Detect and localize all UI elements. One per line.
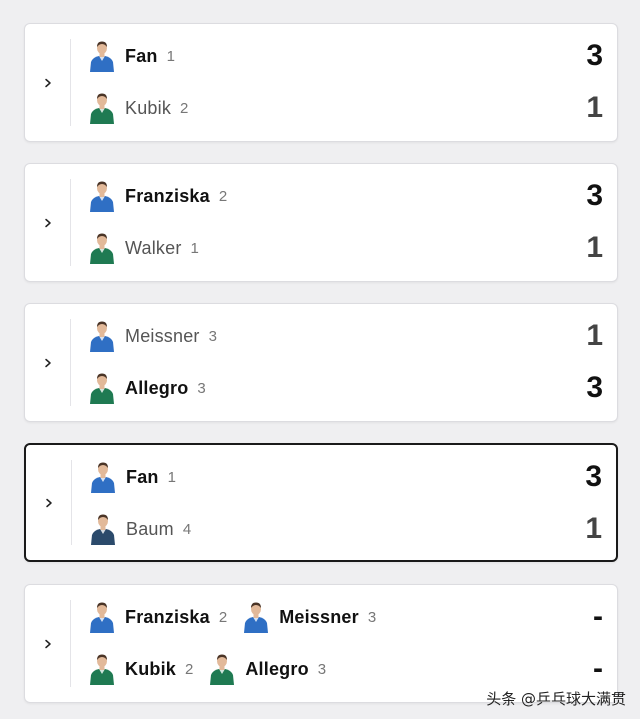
team-score: 3 bbox=[586, 39, 603, 72]
team-row: Allegro 3 3 bbox=[87, 371, 603, 404]
chevron-right-icon[interactable] bbox=[41, 216, 55, 230]
player: Kubik 2 bbox=[87, 92, 188, 124]
player: Fan 1 bbox=[88, 461, 176, 493]
chevron-right-icon[interactable] bbox=[42, 496, 56, 510]
team-row: Kubik 2 Allegro 3 - bbox=[87, 652, 603, 685]
team-row: Baum 4 1 bbox=[88, 512, 602, 545]
player: Allegro 3 bbox=[87, 372, 206, 404]
divider bbox=[70, 39, 71, 126]
player-seed: 2 bbox=[218, 608, 228, 626]
team-score: 1 bbox=[586, 91, 603, 124]
match-card[interactable]: Meissner 3 1 Allegro 3 3 bbox=[24, 303, 618, 422]
match-card[interactable]: Fan 1 3 Baum 4 1 bbox=[24, 443, 618, 562]
player-avatar bbox=[90, 181, 114, 212]
player-avatar bbox=[90, 41, 114, 72]
player-seed: 3 bbox=[367, 608, 377, 626]
player-seed: 2 bbox=[180, 99, 189, 117]
player-avatar bbox=[90, 602, 114, 633]
team-score: - bbox=[593, 652, 603, 685]
player: Meissner 3 bbox=[241, 601, 376, 633]
team-row: Kubik 2 1 bbox=[87, 91, 603, 124]
team-score: 3 bbox=[586, 371, 603, 404]
player-name: Kubik bbox=[125, 97, 172, 118]
player-avatar bbox=[244, 602, 269, 633]
team-row: Fan 1 3 bbox=[88, 460, 602, 493]
player-avatar bbox=[210, 654, 235, 685]
player-seed: 1 bbox=[166, 47, 175, 65]
team-row: Franziska 2 3 bbox=[87, 179, 603, 212]
player-avatar bbox=[90, 321, 114, 352]
divider bbox=[70, 600, 71, 687]
player-seed: 1 bbox=[190, 239, 199, 257]
player-avatar bbox=[91, 514, 115, 545]
chevron-right-icon[interactable] bbox=[41, 356, 55, 370]
player-name: Allegro bbox=[245, 658, 309, 679]
player: Walker 1 bbox=[87, 232, 199, 264]
team-score: 1 bbox=[586, 319, 603, 352]
player-name: Kubik bbox=[125, 658, 177, 679]
player-seed: 3 bbox=[317, 660, 327, 678]
player-seed: 3 bbox=[208, 327, 217, 345]
chevron-right-icon[interactable] bbox=[41, 76, 55, 90]
watermark: 头条 @乒乓球大满贯 bbox=[486, 690, 626, 708]
match-card[interactable]: Franziska 2 Meissner 3 - Kubik 2 Allegro 3 - bbox=[24, 584, 618, 703]
player-name: Fan bbox=[126, 466, 159, 487]
team-row: Franziska 2 Meissner 3 - bbox=[87, 600, 603, 633]
chevron-right-icon[interactable] bbox=[41, 637, 55, 651]
player-name: Allegro bbox=[125, 377, 189, 398]
player: Allegro 3 bbox=[207, 653, 326, 685]
player-name: Meissner bbox=[125, 325, 200, 346]
player-avatar bbox=[90, 93, 114, 124]
divider bbox=[70, 179, 71, 266]
player-name: Meissner bbox=[279, 606, 359, 627]
team-score: - bbox=[593, 600, 603, 633]
team-score: 3 bbox=[585, 460, 602, 493]
divider bbox=[70, 319, 71, 406]
player-seed: 2 bbox=[185, 660, 194, 678]
team-row: Fan 1 3 bbox=[87, 39, 603, 72]
player-name: Franziska bbox=[125, 606, 210, 627]
player-seed: 1 bbox=[167, 468, 176, 486]
player: Kubik 2 bbox=[87, 653, 193, 685]
divider bbox=[71, 460, 72, 545]
player: Franziska 2 bbox=[87, 180, 227, 212]
player-seed: 4 bbox=[182, 520, 192, 538]
player: Franziska 2 bbox=[87, 601, 227, 633]
player-avatar bbox=[90, 233, 114, 264]
team-row: Meissner 3 1 bbox=[87, 319, 603, 352]
player-name: Walker bbox=[125, 237, 182, 258]
player-name: Baum bbox=[126, 518, 174, 539]
team-row: Walker 1 1 bbox=[87, 231, 603, 264]
team-score: 1 bbox=[585, 512, 602, 545]
team-score: 3 bbox=[586, 179, 603, 212]
player-avatar bbox=[90, 654, 114, 685]
player: Fan 1 bbox=[87, 40, 175, 72]
player: Baum 4 bbox=[88, 513, 191, 545]
player-avatar bbox=[91, 462, 115, 493]
player-seed: 2 bbox=[218, 187, 228, 205]
team-score: 1 bbox=[586, 231, 603, 264]
player: Meissner 3 bbox=[87, 320, 217, 352]
player-name: Fan bbox=[125, 45, 158, 66]
match-card[interactable]: Franziska 2 3 Walker 1 1 bbox=[24, 163, 618, 282]
player-avatar bbox=[90, 373, 114, 404]
player-name: Franziska bbox=[125, 185, 210, 206]
match-card[interactable]: Fan 1 3 Kubik 2 1 bbox=[24, 23, 618, 142]
player-seed: 3 bbox=[197, 379, 206, 397]
